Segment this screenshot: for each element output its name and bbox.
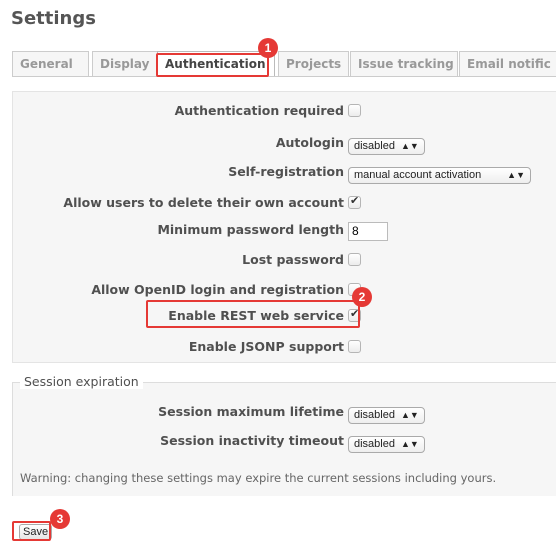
select-value: manual account activation [354, 169, 482, 181]
page-title: Settings [11, 8, 96, 29]
setting-min-password-length: Minimum password length [13, 218, 556, 241]
setting-label: Session maximum lifetime [158, 404, 344, 419]
setting-label: Enable JSONP support [188, 339, 344, 354]
updown-arrows-icon: ▲▼ [507, 170, 525, 180]
updown-arrows-icon: ▲▼ [400, 439, 419, 449]
tab-display[interactable]: Display [92, 51, 159, 76]
setting-label: Session inactivity timeout [160, 433, 344, 448]
allow-delete-account-checkbox[interactable] [348, 194, 361, 209]
updown-arrows-icon: ▲▼ [400, 141, 419, 151]
setting-session-inactivity-timeout: Session inactivity timeout disabled ▲▼ [13, 430, 556, 453]
tab-email-notifications[interactable]: Email notific [459, 51, 556, 76]
setting-jsonp: Enable JSONP support [13, 336, 556, 358]
session-expiration-fieldset: Session expiration Session maximum lifet… [12, 374, 556, 496]
tab-projects[interactable]: Projects [278, 51, 349, 76]
setting-label: Authentication required [174, 103, 344, 118]
tab-issue-tracking[interactable]: Issue tracking [350, 51, 458, 76]
updown-arrows-icon: ▲▼ [400, 410, 419, 420]
tab-general[interactable]: General [12, 51, 89, 76]
setting-label: Autologin [275, 135, 344, 150]
setting-session-max-lifetime: Session maximum lifetime disabled ▲▼ [13, 401, 556, 424]
authentication-settings-panel: Authentication required Autologin disabl… [12, 91, 556, 363]
min-password-length-input[interactable] [348, 221, 388, 241]
session-max-lifetime-select[interactable]: disabled ▲▼ [348, 406, 425, 424]
authentication-required-checkbox[interactable] [348, 104, 361, 117]
setting-autologin: Autologin disabled ▲▼ [13, 132, 556, 155]
self-registration-select[interactable]: manual account activation ▲▼ [348, 166, 531, 184]
lost-password-checkbox[interactable] [348, 253, 361, 266]
setting-label: Allow users to delete their own account [63, 195, 344, 210]
autologin-select[interactable]: disabled ▲▼ [348, 137, 425, 155]
setting-authentication-required: Authentication required [13, 100, 556, 122]
setting-lost-password: Lost password [13, 249, 556, 271]
session-warning-text: Warning: changing these settings may exp… [20, 471, 497, 485]
save-button[interactable]: Save [19, 524, 53, 540]
session-expiration-legend: Session expiration [20, 374, 143, 389]
select-value: disabled [354, 140, 395, 152]
select-value: disabled [354, 438, 395, 450]
setting-label: Lost password [242, 252, 344, 267]
setting-rest-api: Enable REST web service [13, 305, 556, 327]
setting-self-registration: Self-registration manual account activat… [13, 161, 556, 184]
step-marker-3: 3 [50, 509, 70, 529]
setting-label: Allow OpenID login and registration [91, 282, 344, 297]
tab-authentication[interactable]: Authentication [157, 51, 275, 76]
setting-label: Enable REST web service [168, 308, 344, 323]
setting-allow-delete-account: Allow users to delete their own account [13, 192, 556, 214]
step-marker-1: 1 [258, 38, 278, 58]
rest-api-checkbox[interactable] [348, 307, 361, 322]
select-value: disabled [354, 409, 395, 421]
settings-tabs: General Display Authentication Projects … [12, 51, 556, 77]
setting-label: Minimum password length [157, 222, 344, 237]
setting-label: Self-registration [228, 164, 344, 179]
session-inactivity-timeout-select[interactable]: disabled ▲▼ [348, 435, 425, 453]
jsonp-checkbox[interactable] [348, 340, 361, 353]
step-marker-2: 2 [352, 287, 372, 307]
setting-openid: Allow OpenID login and registration [13, 279, 556, 301]
